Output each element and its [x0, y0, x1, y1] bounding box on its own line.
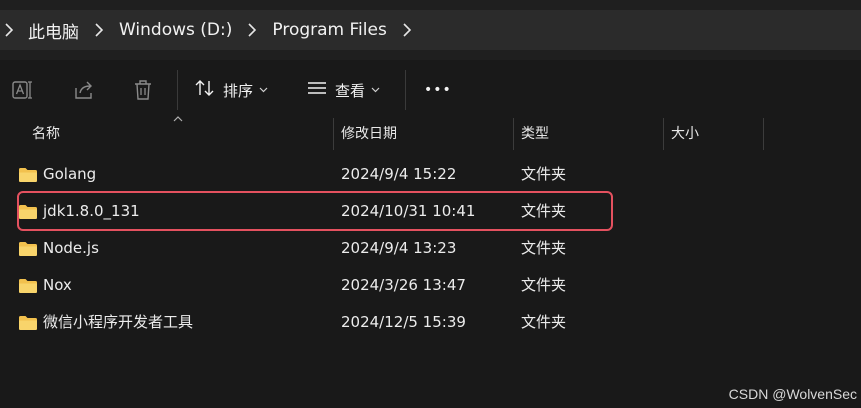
file-row-wechat-devtools[interactable]: 微信小程序开发者工具 2024/12/5 15:39 文件夹 — [0, 304, 861, 341]
column-header-type[interactable]: 类型 — [513, 118, 663, 150]
file-type: 文件夹 — [521, 313, 567, 331]
sort-button[interactable]: 排序 — [195, 74, 268, 106]
folder-icon — [18, 241, 38, 257]
breadcrumb: 此电脑 Windows (D:) Program Files — [0, 10, 861, 50]
sort-label: 排序 — [223, 81, 254, 100]
file-row-nox[interactable]: Nox 2024/3/26 13:47 文件夹 — [0, 267, 861, 304]
breadcrumb-chevron-icon[interactable] — [0, 23, 18, 37]
chevron-down-icon — [371, 87, 380, 93]
file-type: 文件夹 — [521, 165, 567, 183]
column-header-name[interactable]: 名称 — [24, 118, 332, 150]
file-list: Golang 2024/9/4 15:22 文件夹 jdk1.8.0_131 2… — [0, 156, 861, 341]
chevron-down-icon — [259, 87, 268, 93]
column-header-size[interactable]: 大小 — [663, 118, 763, 150]
column-divider[interactable] — [763, 118, 764, 150]
rename-icon[interactable] — [10, 72, 36, 108]
view-icon — [307, 80, 327, 100]
folder-icon — [18, 315, 38, 331]
file-modified: 2024/3/26 13:47 — [341, 276, 466, 294]
share-icon[interactable] — [72, 72, 96, 108]
watermark: CSDN @WolvenSec — [728, 386, 857, 402]
file-modified: 2024/9/4 13:23 — [341, 239, 457, 257]
breadcrumb-chevron-icon[interactable] — [242, 23, 262, 37]
file-name-cell: Node.js — [18, 230, 99, 267]
delete-icon[interactable] — [132, 72, 154, 108]
view-button[interactable]: 查看 — [307, 74, 380, 106]
folder-icon — [18, 204, 38, 220]
breadcrumb-item-drive[interactable]: Windows (D:) — [109, 20, 242, 40]
toolbar-divider — [177, 70, 178, 110]
file-type: 文件夹 — [521, 239, 567, 257]
file-explorer-window: 此电脑 Windows (D:) Program Files 排序 查看 •••… — [0, 0, 861, 408]
more-options-button[interactable]: ••• — [424, 74, 452, 106]
command-bar: 排序 查看 ••• — [0, 60, 861, 122]
file-name: jdk1.8.0_131 — [43, 202, 140, 220]
file-name: 微信小程序开发者工具 — [43, 313, 194, 331]
breadcrumb-chevron-icon[interactable] — [89, 23, 109, 37]
file-modified: 2024/9/4 15:22 — [341, 165, 457, 183]
file-row-golang[interactable]: Golang 2024/9/4 15:22 文件夹 — [0, 156, 861, 193]
breadcrumb-item-this-pc[interactable]: 此电脑 — [18, 18, 89, 43]
file-name: Node.js — [43, 239, 99, 257]
file-name-cell: jdk1.8.0_131 — [18, 193, 140, 230]
file-name: Golang — [43, 165, 97, 183]
file-modified: 2024/10/31 10:41 — [341, 202, 476, 220]
address-bar: 此电脑 Windows (D:) Program Files — [0, 0, 861, 60]
file-type: 文件夹 — [521, 202, 567, 220]
folder-icon — [18, 278, 38, 294]
sort-icon — [195, 79, 215, 101]
toolbar-divider — [405, 70, 406, 110]
breadcrumb-chevron-icon[interactable] — [397, 23, 417, 37]
file-name: Nox — [43, 276, 72, 294]
more-icon: ••• — [424, 82, 452, 98]
column-header-modified[interactable]: 修改日期 — [333, 118, 513, 150]
file-type: 文件夹 — [521, 276, 567, 294]
file-name-cell: Nox — [18, 267, 72, 304]
file-name-cell: Golang — [18, 156, 96, 193]
file-row-jdk[interactable]: jdk1.8.0_131 2024/10/31 10:41 文件夹 — [0, 193, 861, 230]
file-row-nodejs[interactable]: Node.js 2024/9/4 13:23 文件夹 — [0, 230, 861, 267]
view-label: 查看 — [335, 81, 366, 100]
folder-icon — [18, 167, 38, 183]
column-headers: 名称 修改日期 类型 大小 — [0, 118, 861, 150]
file-modified: 2024/12/5 15:39 — [341, 313, 466, 331]
file-name-cell: 微信小程序开发者工具 — [18, 304, 193, 341]
breadcrumb-item-program-files[interactable]: Program Files — [262, 20, 396, 40]
